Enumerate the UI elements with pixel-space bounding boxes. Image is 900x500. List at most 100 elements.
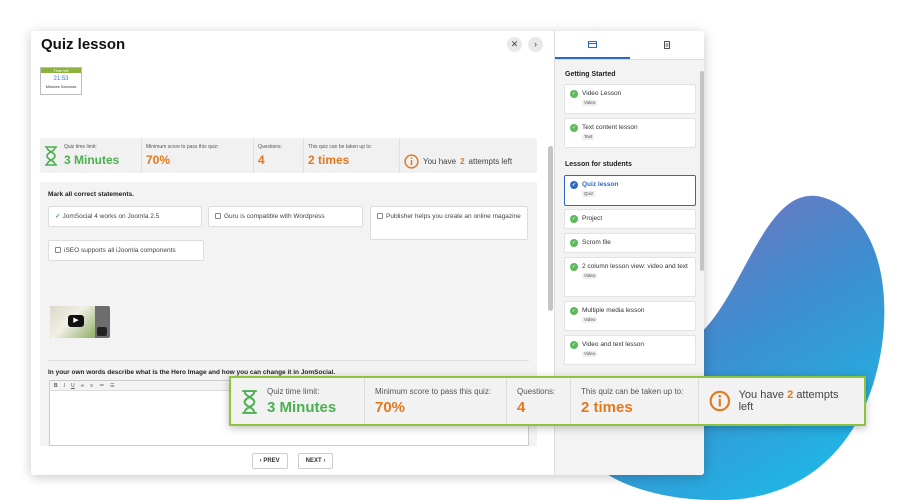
numbered-list-button[interactable]: ☰ bbox=[110, 383, 114, 389]
answer-option-label: Guru is compatible with Wordpress bbox=[224, 213, 325, 220]
video-thumbnail[interactable]: ▶ bbox=[50, 306, 110, 338]
sidebar-item-multiple-media[interactable]: ✓ Multiple media lesson Video bbox=[564, 301, 696, 331]
answer-option-label: iSEO supports all iJoomla components bbox=[64, 247, 176, 254]
min-score-value: 70% bbox=[375, 399, 406, 416]
stat-time-limit: Quiz time limit: 3 Minutes bbox=[40, 138, 142, 173]
check-icon: ✓ bbox=[570, 215, 578, 223]
timer-caption: Minutes Seconds bbox=[45, 84, 77, 89]
check-icon: ✓ bbox=[570, 341, 578, 349]
zoom-stat-questions: Questions: 4 bbox=[507, 378, 571, 424]
next-button[interactable]: NEXT › bbox=[297, 453, 334, 469]
play-icon[interactable]: ▶ bbox=[68, 315, 84, 327]
attempts-left: You have 2 attempts left bbox=[400, 138, 537, 173]
answer-option-label: Publisher helps you create an online mag… bbox=[386, 213, 521, 220]
sidebar-item-label: Scrom file bbox=[582, 239, 611, 246]
answer-option[interactable]: ✓ JomSocial 4 works on Joomla 2.5 bbox=[48, 206, 202, 227]
time-limit-label: Quiz time limit: bbox=[267, 387, 320, 396]
question-1-text: Mark all correct statements. bbox=[48, 191, 134, 198]
tab-lessons[interactable] bbox=[555, 31, 630, 59]
check-icon: ✓ bbox=[570, 307, 578, 315]
chevron-right-icon: › bbox=[534, 39, 537, 49]
min-score-label: Minimum score to pass this quiz: bbox=[375, 387, 492, 396]
quiz-stats-zoom-callout: Quiz time limit: 3 Minutes Minimum score… bbox=[229, 376, 866, 426]
attempts-prefix: You have bbox=[423, 157, 457, 166]
bold-button[interactable]: B bbox=[54, 383, 58, 389]
answer-option-label: JomSocial 4 works on Joomla 2.5 bbox=[62, 213, 160, 220]
underline-button[interactable]: U bbox=[71, 383, 75, 389]
questions-label: Questions: bbox=[517, 387, 556, 396]
quiz-tag: Quiz bbox=[582, 191, 596, 197]
video-tag: Video bbox=[582, 317, 598, 323]
align-button[interactable]: ≡ bbox=[90, 383, 93, 389]
sidebar-item-label: 2 column lesson view: video and text bbox=[582, 263, 688, 270]
check-circle-icon: ✓ bbox=[570, 181, 578, 189]
info-icon bbox=[404, 154, 419, 169]
checkbox-icon bbox=[215, 213, 221, 219]
next-lesson-button[interactable]: › bbox=[528, 37, 543, 52]
link-button[interactable]: ∞ bbox=[81, 383, 85, 389]
zoom-stat-min-score: Minimum score to pass this quiz: 70% bbox=[365, 378, 507, 424]
time-limit-value: 3 Minutes bbox=[64, 153, 120, 167]
content-scrollbar[interactable] bbox=[548, 146, 553, 311]
check-icon: ✓ bbox=[570, 239, 578, 247]
grid-icon bbox=[97, 327, 107, 336]
sidebar-item-scrom-file[interactable]: ✓ Scrom file bbox=[564, 233, 696, 253]
attempts-text: You have 2 attempts left bbox=[739, 389, 854, 413]
answer-option[interactable]: iSEO supports all iJoomla components bbox=[48, 240, 204, 261]
sidebar-item-quiz-lesson[interactable]: ✓ Quiz lesson Quiz bbox=[564, 175, 696, 206]
italic-button[interactable]: I bbox=[64, 383, 65, 389]
text-tag: Text bbox=[582, 134, 595, 140]
min-score-label: Minimum score to pass this quiz: bbox=[146, 144, 219, 150]
sidebar-item-label: Text content lesson bbox=[582, 124, 638, 131]
close-button[interactable]: ✕ bbox=[507, 37, 522, 52]
hourglass-icon bbox=[45, 146, 57, 166]
sidebar-item-label: Multiple media lesson bbox=[582, 307, 645, 314]
close-icon: ✕ bbox=[510, 39, 519, 49]
sidebar-item-project[interactable]: ✓ Project bbox=[564, 209, 696, 229]
section-getting-started: Getting Started bbox=[565, 71, 616, 78]
divider bbox=[48, 360, 529, 361]
info-icon bbox=[709, 390, 731, 412]
page-title: Quiz lesson bbox=[41, 36, 126, 53]
timer-header: Time left bbox=[41, 68, 81, 73]
section-lesson-for-students: Lesson for students bbox=[565, 161, 632, 168]
sidebar-item-video-lesson[interactable]: ✓ Video Lesson Video bbox=[564, 84, 696, 114]
time-limit-value: 3 Minutes bbox=[267, 399, 337, 416]
countdown-timer: Time left 21:53 Minutes Seconds bbox=[40, 67, 82, 95]
stage: Quiz lesson ✕ › Time left 21:53 Minutes … bbox=[0, 0, 900, 500]
sidebar-item-label: Quiz lesson bbox=[582, 181, 619, 188]
questions-label: Questions: bbox=[258, 144, 282, 150]
answer-option[interactable]: Guru is compatible with Wordpress bbox=[208, 206, 363, 227]
questions-value: 4 bbox=[517, 399, 526, 416]
checkbox-icon bbox=[55, 247, 61, 253]
attempts-prefix: You have bbox=[738, 389, 785, 401]
sidebar-item-2-column-lesson[interactable]: ✓ 2 column lesson view: video and text Vid… bbox=[564, 257, 696, 297]
sidebar-item-video-and-text[interactable]: ✓ Video and text lesson Video bbox=[564, 335, 696, 365]
sidebar-item-text-lesson[interactable]: ✓ Text content lesson Text bbox=[564, 118, 696, 148]
list-icon bbox=[587, 40, 597, 48]
attempt-limit-label: This quiz can be taken up to: bbox=[581, 387, 684, 396]
time-limit-label: Quiz time limit: bbox=[64, 144, 97, 150]
stat-min-score: Minimum score to pass this quiz: 70% bbox=[142, 138, 254, 173]
check-icon: ✓ bbox=[570, 124, 578, 132]
tab-notes[interactable] bbox=[630, 31, 705, 59]
zoom-stat-attempt-limit: This quiz can be taken up to: 2 times bbox=[571, 378, 699, 424]
sidebar-item-label: Project bbox=[582, 215, 603, 222]
attempts-count: 2 bbox=[787, 389, 794, 401]
quiz-stats-bar: Quiz time limit: 3 Minutes Minimum score… bbox=[40, 138, 537, 173]
stat-questions: Questions: 4 bbox=[254, 138, 304, 173]
checkbox-icon bbox=[377, 213, 383, 219]
zoom-attempts-left: You have 2 attempts left bbox=[699, 378, 864, 424]
bullet-list-button[interactable]: ≔ bbox=[99, 383, 104, 389]
sidebar-scrollbar[interactable] bbox=[700, 71, 704, 271]
answer-option[interactable]: Publisher helps you create an online mag… bbox=[370, 206, 528, 240]
document-icon bbox=[663, 41, 670, 49]
check-icon: ✓ bbox=[570, 90, 578, 98]
sidebar-tabs bbox=[555, 31, 704, 60]
prev-button[interactable]: ‹ PREV bbox=[251, 453, 288, 469]
zoom-stat-time-limit: Quiz time limit: 3 Minutes bbox=[231, 378, 365, 424]
hourglass-icon bbox=[242, 390, 257, 414]
video-tag: Video bbox=[582, 351, 598, 357]
question-2-text: In your own words describe what is the H… bbox=[48, 369, 336, 376]
attempt-limit-value: 2 times bbox=[581, 399, 633, 416]
